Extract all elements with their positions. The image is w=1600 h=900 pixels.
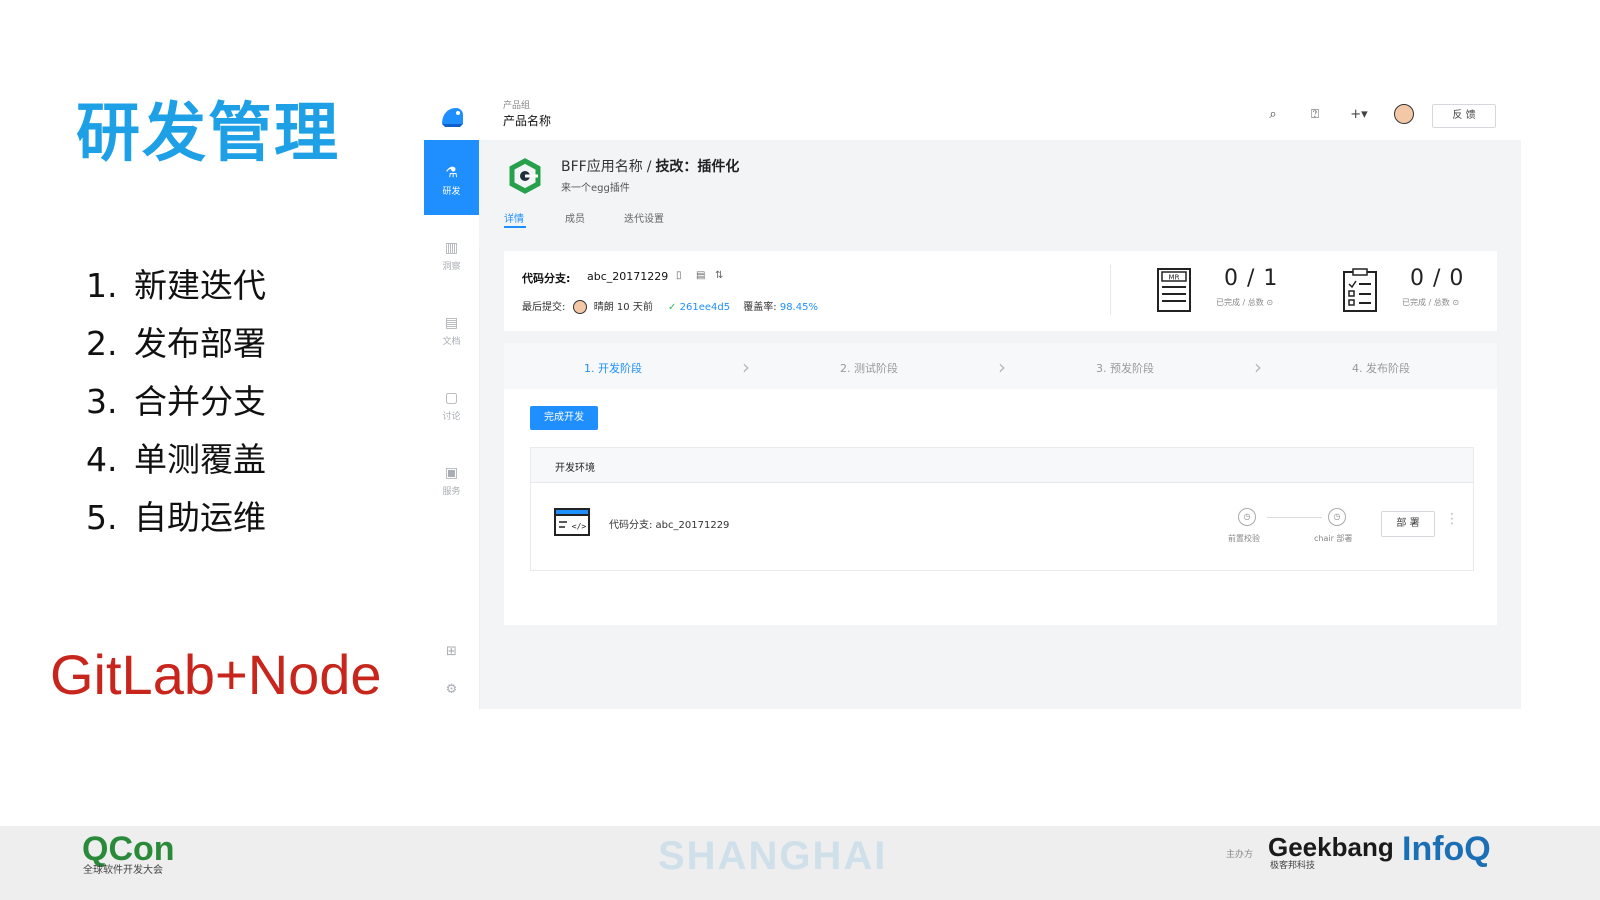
stage-steps: 1. 开发阶段 › 2. 测试阶段 › 3. 预发阶段 › 4. 发布阶段 — [504, 343, 1497, 389]
feature-list: 1. 新建迭代 2. 发布部署 3. 合并分支 4. 单测覆盖 5. 自助运维 — [86, 262, 266, 552]
document-icon[interactable]: ▤ — [696, 270, 705, 281]
list-item: 4. 单测覆盖 — [86, 440, 266, 479]
clock-icon: ◷ — [1328, 508, 1346, 526]
app-screenshot: 产品组 产品名称 ⌕ ⍰ +▾ 反 馈 ⚗ 研发 ▥ 洞察 ▤ 文档 ▢ 讨论 … — [424, 88, 1521, 709]
active-tab-indicator — [504, 226, 526, 228]
chevron-right-icon: › — [742, 355, 750, 379]
task-stat-label: 已完成 / 总数 ⊙ — [1402, 298, 1460, 307]
slide-title: 研发管理 — [76, 97, 340, 171]
sidebar-item-label: 服务 — [442, 487, 461, 497]
add-icon[interactable]: +▾ — [1346, 106, 1372, 124]
geekbang-tagline: 极客邦科技 — [1270, 861, 1316, 871]
list-item: 5. 自助运维 — [86, 498, 266, 537]
merge-icon[interactable]: ⇅ — [715, 270, 723, 281]
chevron-right-icon: › — [1254, 355, 1262, 379]
user-avatar[interactable] — [1394, 104, 1414, 124]
dev-environment-panel: 开发环境 </> 代码分支: abc_20171229 ◷ ◷ 前置校验 cha… — [530, 447, 1474, 571]
host-label: 主办方 — [1226, 850, 1254, 860]
info-icon[interactable]: ⊙ — [1266, 298, 1273, 307]
sidebar-item-insight[interactable]: ▥ 洞察 — [424, 215, 479, 290]
settings-gear-icon[interactable]: ⚙ — [424, 682, 479, 697]
sidebar-item-discuss[interactable]: ▢ 讨论 — [424, 365, 479, 440]
service-icon: ▣ — [444, 465, 459, 481]
svg-text:</>: </> — [572, 522, 587, 531]
mr-stat-label: 已完成 / 总数 ⊙ — [1216, 298, 1274, 307]
mr-icon-text: MR — [1169, 274, 1180, 282]
stage-test[interactable]: 2. 测试阶段 — [840, 360, 898, 376]
infoq-logo: InfoQ — [1402, 830, 1491, 868]
sidebar-item-label: 研发 — [442, 187, 461, 197]
document-icon: ▤ — [444, 315, 459, 331]
last-commit-label: 最后提交: — [522, 302, 566, 313]
coverage-label: 覆盖率: — [743, 302, 777, 313]
branch-label: 代码分支: — [522, 272, 571, 285]
author-avatar — [572, 300, 587, 314]
slide-subtitle: GitLab+Node — [50, 643, 382, 706]
bird-logo-icon[interactable] — [438, 104, 466, 128]
stage-dev[interactable]: 1. 开发阶段 — [584, 360, 642, 376]
stage-release[interactable]: 4. 发布阶段 — [1352, 360, 1410, 376]
chat-icon: ▢ — [444, 390, 459, 406]
help-icon[interactable]: ⍰ — [1306, 106, 1324, 124]
pipeline-step-precheck: 前置校验 — [1228, 534, 1260, 543]
merge-request-icon: MR — [1157, 268, 1191, 312]
task-stat: 0 / 0 — [1410, 266, 1465, 291]
city-watermark: SHANGHAI — [658, 834, 888, 878]
task-clipboard-icon — [1343, 268, 1377, 312]
app-logo-icon — [509, 158, 541, 194]
list-item: 2. 发布部署 — [86, 324, 266, 363]
breadcrumb-group[interactable]: 产品组 — [503, 98, 530, 111]
divider — [1110, 265, 1111, 315]
sidebar-item-docs[interactable]: ▤ 文档 — [424, 290, 479, 365]
sidebar: ⚗ 研发 ▥ 洞察 ▤ 文档 ▢ 讨论 ▣ 服务 ⊞ ⚙ — [424, 140, 480, 709]
copy-icon[interactable]: ▯ — [676, 270, 682, 281]
list-item: 1. 新建迭代 — [86, 266, 266, 305]
sidebar-item-label: 讨论 — [442, 412, 461, 422]
code-window-icon: </> — [554, 508, 590, 536]
app-topbar: 产品组 产品名称 ⌕ ⍰ +▾ 反 馈 — [424, 88, 1521, 141]
stage-card: 1. 开发阶段 › 2. 测试阶段 › 3. 预发阶段 › 4. 发布阶段 完成… — [504, 343, 1497, 625]
complete-dev-button[interactable]: 完成开发 — [530, 406, 598, 430]
list-item: 3. 合并分支 — [86, 382, 266, 421]
sidebar-item-dev[interactable]: ⚗ 研发 — [424, 140, 479, 215]
tab-details[interactable]: 详情 — [504, 210, 524, 225]
page-title: BFF应用名称 / 技改：插件化 — [561, 159, 740, 175]
env-header: 开发环境 — [531, 448, 1473, 483]
pipeline-connector — [1267, 517, 1322, 518]
env-title: 开发环境 — [555, 463, 595, 474]
main-content: BFF应用名称 / 技改：插件化 来一个egg插件 详情 成员 迭代设置 代码分支:… — [479, 140, 1521, 709]
sidebar-item-label: 文档 — [442, 337, 461, 347]
info-card: 代码分支: abc_20171229 ▯ ▤ ⇅ 最后提交: 晴朗 10 天前 … — [504, 251, 1497, 331]
info-icon[interactable]: ⊙ — [1452, 298, 1459, 307]
pipeline-step-deploy: chair 部署 — [1314, 534, 1353, 543]
more-menu-icon[interactable]: ⋮ — [1445, 511, 1459, 527]
chevron-right-icon: › — [998, 355, 1006, 379]
search-icon[interactable]: ⌕ — [1264, 106, 1282, 124]
env-branch: 代码分支: abc_20171229 — [609, 520, 730, 531]
slide-footer: QCon 全球软件开发大会 SHANGHAI 主办方 Geekbang 极客邦科… — [0, 826, 1600, 900]
last-commit-row: 最后提交: 晴朗 10 天前 ✓ 261ee4d5 覆盖率: 98.45% — [522, 298, 818, 314]
clock-icon: ◷ — [1238, 508, 1256, 526]
mr-stat: 0 / 1 — [1224, 266, 1279, 291]
deploy-button[interactable]: 部 署 — [1381, 511, 1435, 537]
check-icon: ✓ — [668, 302, 677, 313]
stage-pre-release[interactable]: 3. 预发阶段 — [1096, 360, 1154, 376]
breadcrumb-product[interactable]: 产品名称 — [503, 112, 551, 129]
apps-grid-icon[interactable]: ⊞ — [424, 644, 479, 659]
flask-icon: ⚗ — [445, 165, 458, 181]
branch-value: abc_20171229 — [587, 270, 669, 283]
coverage-value: 98.45% — [779, 302, 818, 313]
chart-icon: ▥ — [444, 240, 459, 256]
qcon-tagline: 全球软件开发大会 — [83, 865, 163, 876]
tab-members[interactable]: 成员 — [565, 210, 585, 225]
sidebar-item-service[interactable]: ▣ 服务 — [424, 440, 479, 515]
sidebar-item-label: 洞察 — [442, 262, 461, 272]
commit-author: 晴朗 10 天前 — [593, 302, 653, 313]
tab-iteration-settings[interactable]: 迭代设置 — [624, 210, 664, 225]
page-description: 来一个egg插件 — [561, 183, 630, 194]
app-header: BFF应用名称 / 技改：插件化 来一个egg插件 详情 成员 迭代设置 — [479, 140, 1521, 248]
commit-hash-link[interactable]: 261ee4d5 — [680, 302, 730, 313]
feedback-button[interactable]: 反 馈 — [1432, 104, 1496, 128]
